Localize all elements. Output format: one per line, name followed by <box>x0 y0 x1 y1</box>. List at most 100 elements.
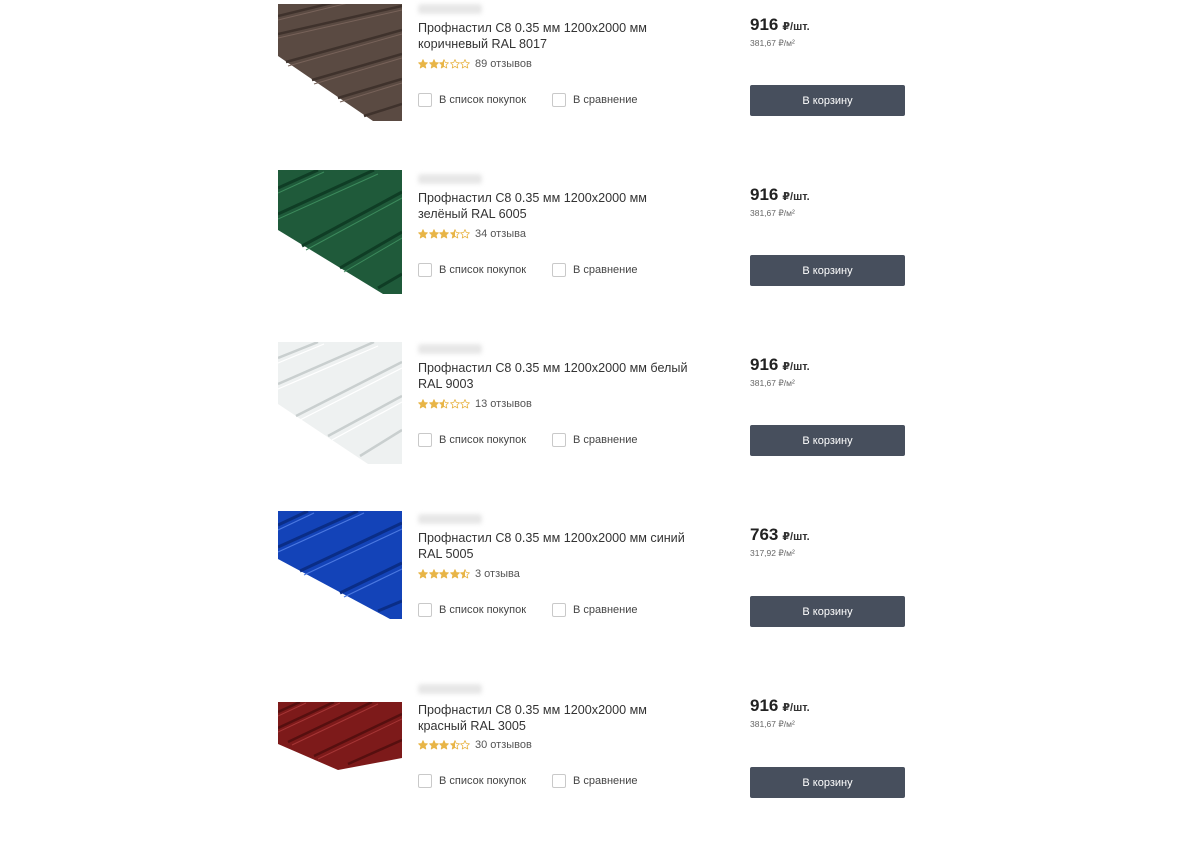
price-value: 916 <box>750 355 779 374</box>
star-full-icon <box>439 229 449 239</box>
checkbox-icon <box>418 263 432 277</box>
price-unit: ₽/шт. <box>782 191 810 203</box>
add-to-shopping-list-checkbox[interactable]: В список покупок <box>418 92 526 108</box>
add-to-shopping-list-checkbox[interactable]: В список покупок <box>418 432 526 448</box>
add-to-cart-button[interactable]: В корзину <box>750 596 905 627</box>
star-full-icon <box>428 740 439 750</box>
checkbox-icon <box>552 93 566 107</box>
corrugated-sheet-image <box>278 170 402 294</box>
sku-placeholder <box>418 344 482 354</box>
price-unit: ₽/шт. <box>782 21 810 33</box>
rating-stars <box>418 399 470 409</box>
star-half-icon <box>439 59 449 69</box>
sku-placeholder <box>418 514 482 524</box>
sku-placeholder <box>418 684 482 694</box>
product-card-brown: Профнастил С8 0.35 мм 1200х2000 мм корич… <box>0 0 1200 170</box>
star-full-icon <box>428 399 439 409</box>
add-to-shopping-list-checkbox[interactable]: В список покупок <box>418 602 526 618</box>
checkbox-icon <box>552 433 566 447</box>
reviews-count-link[interactable]: 13 отзывов <box>475 398 532 410</box>
price-per-sqm: 381,67 ₽/м² <box>750 38 795 48</box>
price-value: 763 <box>750 525 779 544</box>
star-full-icon <box>439 740 449 750</box>
product-price: 763 ₽/шт. <box>750 525 810 545</box>
product-title-link[interactable]: Профнастил С8 0.35 мм 1200х2000 мм синий… <box>418 530 708 562</box>
checkbox-icon <box>418 774 432 788</box>
add-to-compare-checkbox[interactable]: В сравнение <box>552 432 638 448</box>
rating-stars <box>418 740 470 750</box>
corrugated-sheet-image <box>278 4 402 121</box>
star-empty-icon <box>449 59 460 69</box>
add-to-compare-checkbox[interactable]: В сравнение <box>552 602 638 618</box>
add-to-cart-button[interactable]: В корзину <box>750 767 905 798</box>
star-half-icon <box>439 399 449 409</box>
star-full-icon <box>418 740 428 750</box>
star-full-icon <box>418 59 428 69</box>
product-rating: 13 отзывов <box>418 397 532 411</box>
sku-placeholder <box>418 174 482 184</box>
product-card-blue: Профнастил С8 0.35 мм 1200х2000 мм синий… <box>0 510 1200 680</box>
corrugated-sheet-image <box>278 342 402 464</box>
product-card-green: Профнастил С8 0.35 мм 1200х2000 мм зелён… <box>0 170 1200 340</box>
reviews-count-link[interactable]: 34 отзыва <box>475 228 526 240</box>
corrugated-sheet-image <box>278 511 402 619</box>
price-value: 916 <box>750 696 779 715</box>
product-card-red: Профнастил С8 0.35 мм 1200х2000 мм красн… <box>0 680 1200 850</box>
add-to-shopping-list-checkbox[interactable]: В список покупок <box>418 262 526 278</box>
reviews-count-link[interactable]: 30 отзывов <box>475 739 532 751</box>
product-image-white[interactable] <box>278 342 402 464</box>
add-to-compare-checkbox[interactable]: В сравнение <box>552 262 638 278</box>
add-to-compare-checkbox[interactable]: В сравнение <box>552 92 638 108</box>
add-to-compare-checkbox[interactable]: В сравнение <box>552 773 638 789</box>
price-value: 916 <box>750 15 779 34</box>
add-to-cart-button[interactable]: В корзину <box>750 425 905 456</box>
product-title-link[interactable]: Профнастил С8 0.35 мм 1200х2000 мм белый… <box>418 360 708 392</box>
product-image-red[interactable] <box>278 702 402 770</box>
checkbox-icon <box>552 603 566 617</box>
corrugated-sheet-image <box>278 702 402 770</box>
product-title-link[interactable]: Профнастил С8 0.35 мм 1200х2000 мм зелён… <box>418 190 708 222</box>
star-full-icon <box>439 569 449 579</box>
price-per-sqm: 381,67 ₽/м² <box>750 719 795 729</box>
star-empty-icon <box>460 229 470 239</box>
star-empty-icon <box>460 740 470 750</box>
product-title-link[interactable]: Профнастил С8 0.35 мм 1200х2000 мм корич… <box>418 20 708 52</box>
product-image-green[interactable] <box>278 170 402 294</box>
product-rating: 3 отзыва <box>418 567 520 581</box>
product-price: 916 ₽/шт. <box>750 355 810 375</box>
star-half-icon <box>449 229 460 239</box>
star-empty-icon <box>460 399 470 409</box>
star-full-icon <box>418 569 428 579</box>
product-rating: 89 отзывов <box>418 57 532 71</box>
star-half-icon <box>449 740 460 750</box>
star-full-icon <box>449 569 460 579</box>
price-unit: ₽/шт. <box>782 702 810 714</box>
checkbox-icon <box>552 774 566 788</box>
add-to-shopping-list-checkbox[interactable]: В список покупок <box>418 773 526 789</box>
checkbox-icon <box>418 603 432 617</box>
add-to-cart-button[interactable]: В корзину <box>750 85 905 116</box>
product-title-link[interactable]: Профнастил С8 0.35 мм 1200х2000 мм красн… <box>418 702 708 734</box>
add-to-cart-button[interactable]: В корзину <box>750 255 905 286</box>
price-per-sqm: 381,67 ₽/м² <box>750 378 795 388</box>
price-unit: ₽/шт. <box>782 361 810 373</box>
product-price: 916 ₽/шт. <box>750 15 810 35</box>
checkbox-icon <box>552 263 566 277</box>
price-unit: ₽/шт. <box>782 531 810 543</box>
star-full-icon <box>428 229 439 239</box>
product-image-brown[interactable] <box>278 4 402 121</box>
star-empty-icon <box>460 59 470 69</box>
price-per-sqm: 317,92 ₽/м² <box>750 548 795 558</box>
product-image-blue[interactable] <box>278 511 402 619</box>
product-rating: 34 отзыва <box>418 227 526 241</box>
star-full-icon <box>418 229 428 239</box>
checkbox-icon <box>418 93 432 107</box>
product-card-white: Профнастил С8 0.35 мм 1200х2000 мм белый… <box>0 340 1200 510</box>
reviews-count-link[interactable]: 3 отзыва <box>475 568 520 580</box>
rating-stars <box>418 229 470 239</box>
star-full-icon <box>418 399 428 409</box>
product-price: 916 ₽/шт. <box>750 696 810 716</box>
checkbox-icon <box>418 433 432 447</box>
reviews-count-link[interactable]: 89 отзывов <box>475 58 532 70</box>
rating-stars <box>418 59 470 69</box>
